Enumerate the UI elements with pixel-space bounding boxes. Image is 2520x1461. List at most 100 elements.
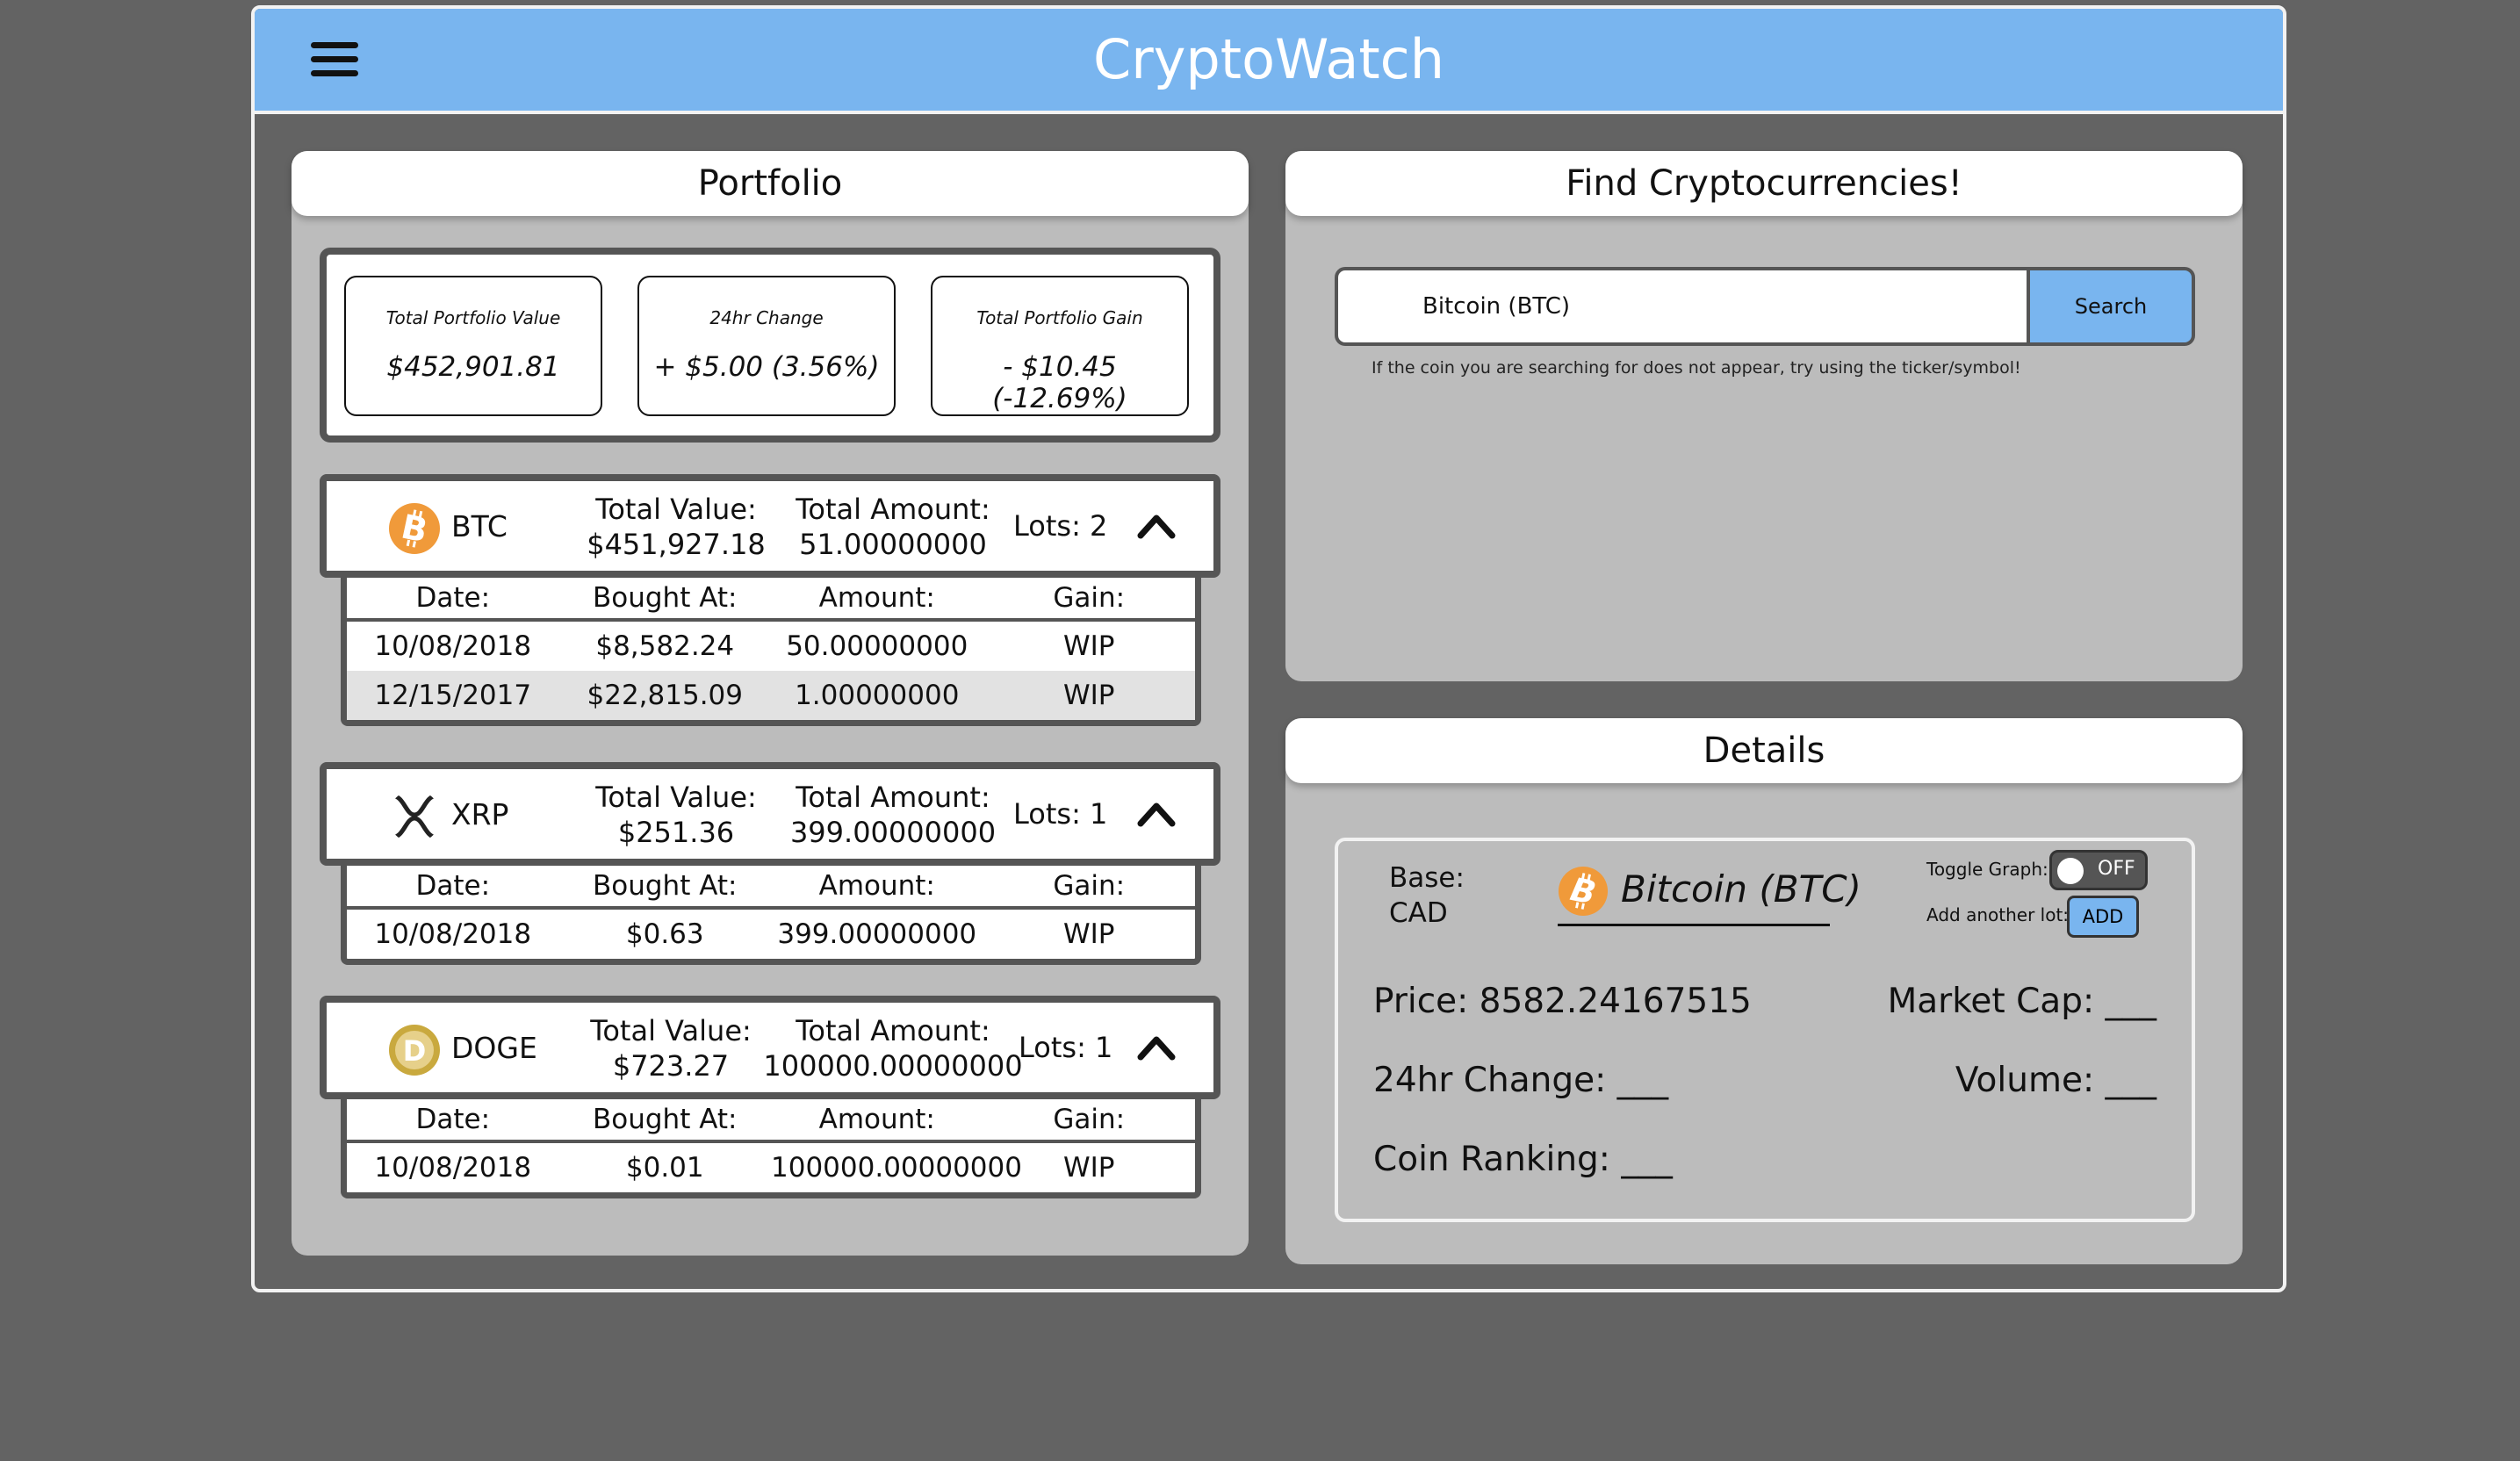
total-value-card: Total Portfolio Value $452,901.81 [344,276,602,416]
lots-table-doge: Date: Bought At: Amount: Gain: 10/08/201… [341,1099,1201,1198]
bitcoin-icon: B [1558,866,1609,917]
coin-symbol: XRP [451,797,509,831]
search-bar: Search [1335,267,2195,346]
column-header: Amount: [818,870,935,902]
total-amount: Total Amount: 100000.00000000 [748,1013,1038,1083]
stat-label: 24hr Change [709,307,824,328]
coin-header-btc[interactable]: B BTC Total Value: $451,927.18 Total Amo… [320,474,1220,578]
cell-amount: 399.00000000 [777,918,977,950]
app-title: CryptoWatch [1092,27,1445,91]
cell-bought-at: $22,815.09 [587,680,744,711]
column-header: Amount: [818,1104,935,1135]
total-gain-card: Total Portfolio Gain - $10.45 (-12.69%) [931,276,1189,416]
finder-heading: Find Cryptocurrencies! [1285,151,2243,216]
column-header: Gain: [1053,582,1126,614]
table-header-row: Date: Bought At: Amount: Gain: [347,578,1195,622]
coin-symbol: BTC [451,509,508,543]
toggle-graph-label: Toggle Graph: [1926,859,2048,880]
table-row[interactable]: 10/08/2018 $0.01 100000.00000000 WIP [347,1143,1195,1192]
finder-panel: Find Cryptocurrencies! Search If the coi… [1285,151,2243,681]
coin-symbol: DOGE [451,1031,537,1065]
cell-gain: WIP [1063,630,1115,662]
stat-value: + $5.00 (3.56%) [653,351,880,383]
cell-date: 10/08/2018 [374,630,532,662]
search-hint: If the coin you are searching for does n… [1372,358,2021,378]
total-value-label: Total Value: [590,1014,752,1047]
lots-count: Lots: 1 [1013,797,1108,831]
app-window: CryptoWatch Portfolio Total Portfolio Va… [251,5,2286,1292]
cell-amount: 50.00000000 [786,630,968,662]
total-value: Total Value: $251.36 [571,780,781,850]
volume: Volume: ___ [1955,1061,2156,1100]
bitcoin-icon: B [389,503,440,554]
column-header: Gain: [1053,1104,1126,1135]
column-header: Amount: [818,582,935,614]
total-amount: Total Amount: 399.00000000 [766,780,1020,850]
coin-header-doge[interactable]: D DOGE Total Value: $723.27 Total Amount… [320,996,1220,1099]
cell-bought-at: $8,582.24 [595,630,735,662]
app-header: CryptoWatch [255,9,2283,114]
total-amount-label: Total Amount: [796,493,990,526]
total-value-amount: $251.36 [617,816,735,849]
column-header: Bought At: [593,870,738,902]
total-amount-label: Total Amount: [796,781,990,814]
base-currency: Base: CAD [1389,860,1465,931]
table-header-row: Date: Bought At: Amount: Gain: [347,1099,1195,1143]
portfolio-panel: Portfolio Total Portfolio Value $452,901… [292,151,1249,1256]
column-header: Date: [415,1104,491,1135]
stat-label: Total Portfolio Value [385,307,561,328]
chevron-up-icon[interactable] [1136,507,1177,543]
table-row[interactable]: 10/08/2018 $8,582.24 50.00000000 WIP [347,622,1195,671]
cell-date: 10/08/2018 [374,918,532,950]
price: Price: 8582.24167515 [1373,982,1752,1021]
column-header: Bought At: [593,582,738,614]
cell-date: 10/08/2018 [374,1152,532,1184]
cell-date: 12/15/2017 [374,680,532,711]
toggle-knob [2057,858,2084,884]
portfolio-heading: Portfolio [292,151,1249,216]
coin-header-xrp[interactable]: XRP Total Value: $251.36 Total Amount: 3… [320,762,1220,866]
coin-details-card: Base: CAD B Bitcoin (BTC) Toggle Graph: … [1335,838,2195,1222]
add-lot-button[interactable]: ADD [2067,896,2139,938]
stat-value: $452,901.81 [386,351,560,383]
lots-count: Lots: 2 [1013,509,1108,543]
dogecoin-icon: D [389,1025,440,1076]
toggle-state: OFF [2098,858,2135,880]
cell-amount: 1.00000000 [795,680,960,711]
cell-gain: WIP [1063,680,1115,711]
cell-bought-at: $0.63 [625,918,704,950]
chevron-up-icon[interactable] [1136,795,1177,831]
change-24hr-card: 24hr Change + $5.00 (3.56%) [637,276,896,416]
coin-name: Bitcoin (BTC) [1621,867,1861,910]
lots-table-btc: Date: Bought At: Amount: Gain: 10/08/201… [341,578,1201,726]
total-amount: Total Amount: 51.00000000 [766,492,1020,562]
base-value: CAD [1389,897,1448,929]
total-value: Total Value: $451,927.18 [571,492,781,562]
column-header: Date: [415,582,491,614]
stat-label: Total Portfolio Gain [976,307,1143,328]
lots-count: Lots: 1 [1019,1031,1113,1064]
total-amount-value: 399.00000000 [789,816,997,849]
total-value-amount: $451,927.18 [587,528,766,561]
cell-gain: WIP [1063,918,1115,950]
table-row[interactable]: 12/15/2017 $22,815.09 1.00000000 WIP [347,671,1195,720]
details-panel: Details Base: CAD B Bitcoin (BTC) Toggle… [1285,718,2243,1264]
column-header: Date: [415,870,491,902]
change-24hr: 24hr Change: ___ [1373,1061,1669,1100]
table-row[interactable]: 10/08/2018 $0.63 399.00000000 WIP [347,910,1195,959]
total-amount-value: 51.00000000 [799,528,987,561]
column-header: Gain: [1053,870,1126,902]
search-input[interactable] [1335,267,2028,346]
cell-gain: WIP [1063,1152,1115,1184]
total-amount-label: Total Amount: [796,1014,990,1047]
cell-bought-at: $0.01 [625,1152,704,1184]
market-cap: Market Cap: ___ [1887,982,2156,1021]
total-value-label: Total Value: [595,781,757,814]
total-value-label: Total Value: [595,493,757,526]
table-header-row: Date: Bought At: Amount: Gain: [347,866,1195,910]
chevron-up-icon[interactable] [1136,1029,1177,1064]
toggle-graph-switch[interactable]: OFF [2049,850,2148,890]
search-button[interactable]: Search [2027,267,2195,346]
column-header: Bought At: [593,1104,738,1135]
coin-ranking: Coin Ranking: ___ [1373,1140,1673,1179]
